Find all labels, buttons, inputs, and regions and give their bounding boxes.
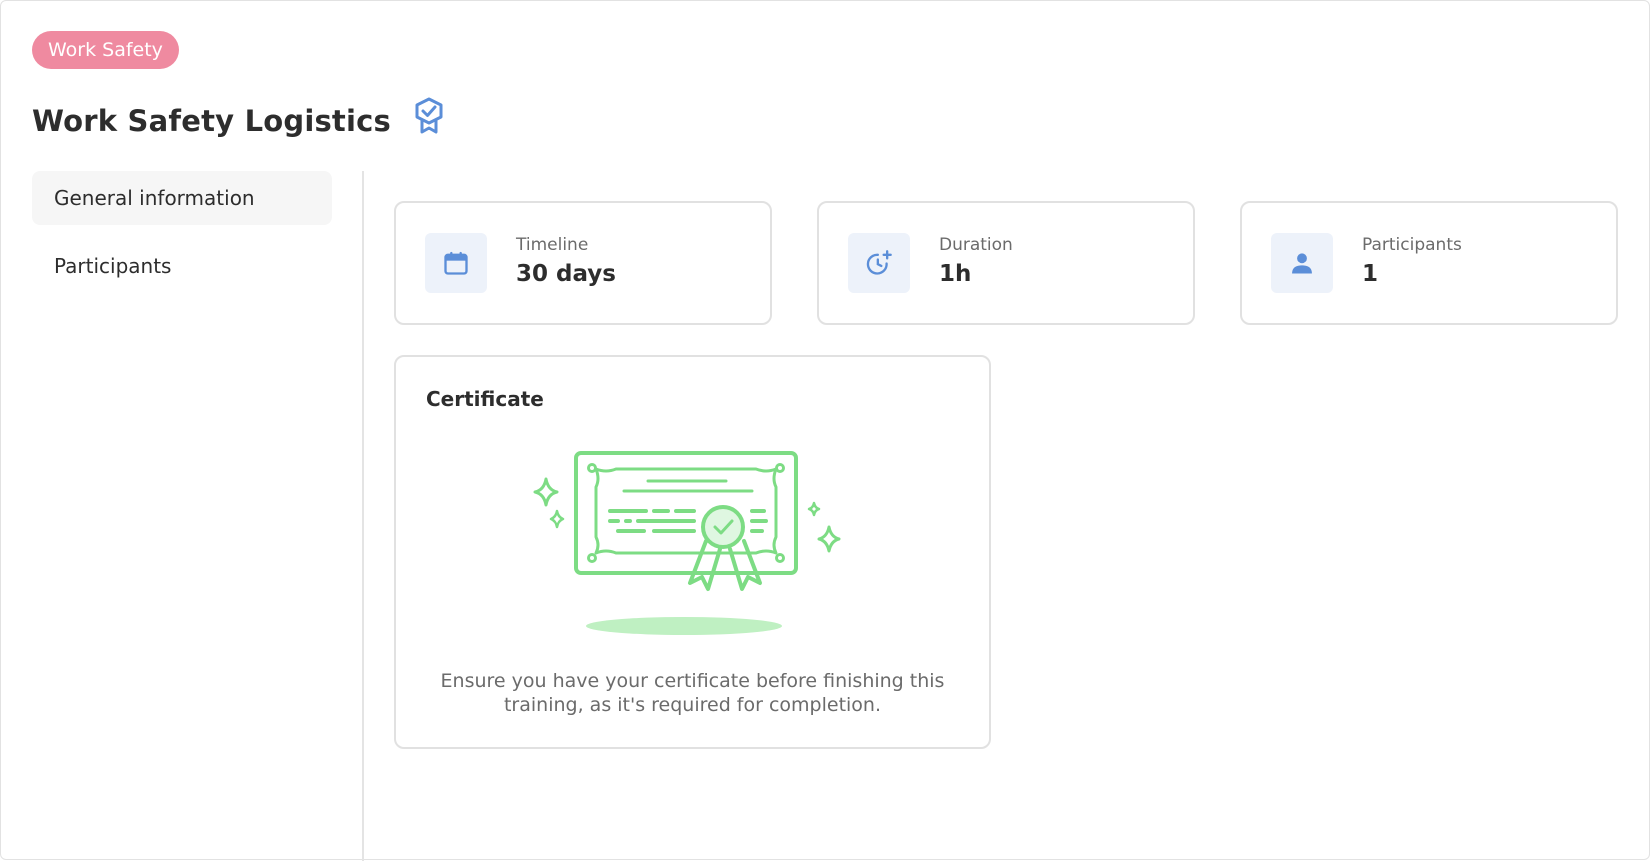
duration-value: 1h [939,261,972,287]
participants-label: Participants [1362,235,1462,255]
participants-value: 1 [1362,261,1379,287]
duration-icon-box [848,233,910,293]
title-row: Work Safety Logistics [32,97,447,145]
participants-icon-box [1271,233,1333,293]
certificate-title: Certificate [426,387,544,411]
timeline-card: Timeline 30 days [394,201,772,325]
timeline-icon-box [425,233,487,293]
duration-label: Duration [939,235,1013,255]
main-panel: Work Safety Work Safety Logistics Genera… [0,0,1650,861]
timeline-label: Timeline [516,235,589,255]
category-badge: Work Safety [32,31,179,69]
certificate-card: Certificate Ensure you have your certifi… [394,355,991,749]
person-icon [1292,253,1312,274]
duration-card: Duration 1h [817,201,1195,325]
certificate-description: Ensure you have your certificate before … [440,670,945,716]
participants-card: Participants 1 [1240,201,1618,325]
calendar-icon [444,251,468,275]
sidebar-item-participants[interactable]: Participants [32,239,332,293]
timeline-value: 30 days [516,261,616,287]
sidebar-nav: General information Participants [32,171,332,307]
page-title: Work Safety Logistics [32,104,391,138]
sidebar-divider [362,171,364,861]
clock-plus-icon [866,250,892,275]
certificate-ribbon-illustration [533,451,841,635]
sidebar-item-general-information[interactable]: General information [32,171,332,225]
award-badge-icon [415,97,443,134]
